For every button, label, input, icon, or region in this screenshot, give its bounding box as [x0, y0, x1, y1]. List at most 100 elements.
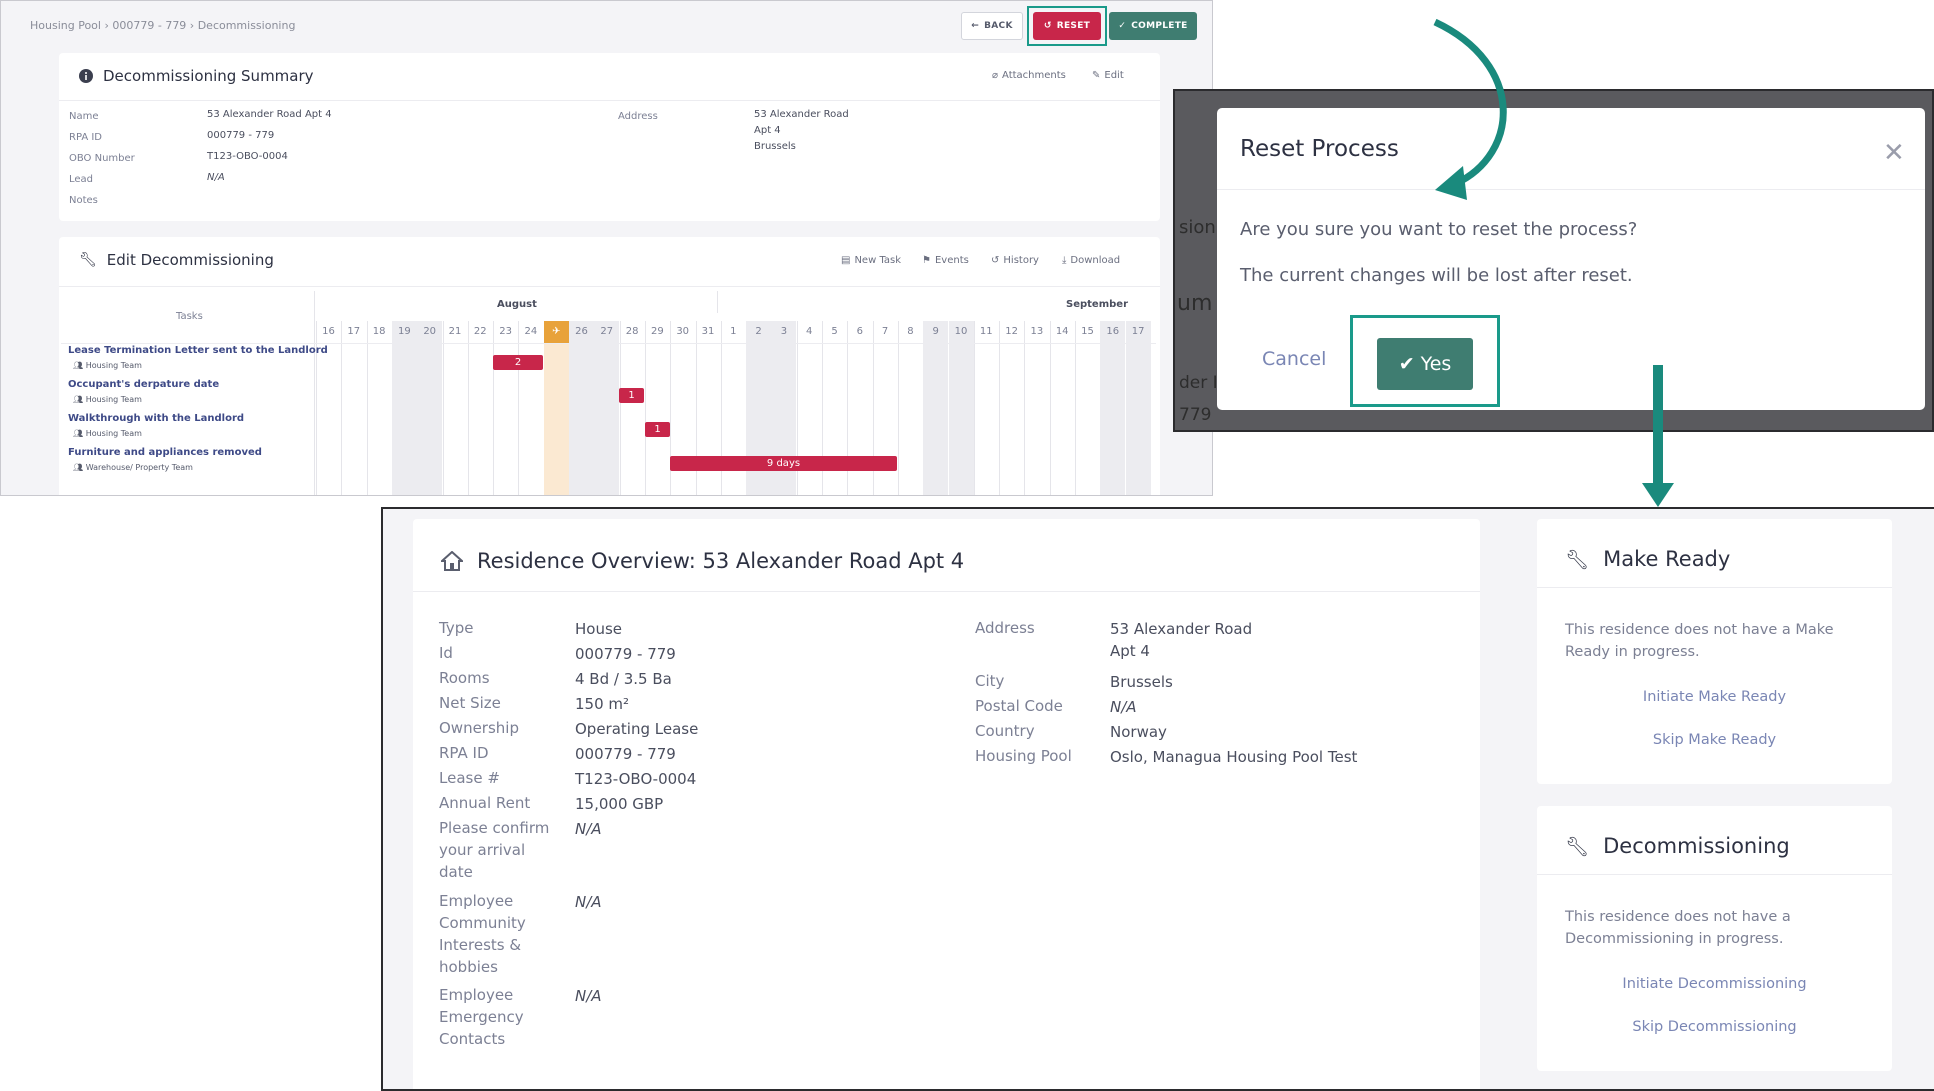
- day-label: 6: [856, 326, 863, 337]
- make-ready-title: 🔧︎ Make Ready: [1565, 547, 1731, 571]
- yes-button[interactable]: ✔ Yes: [1377, 338, 1473, 390]
- field-label: RPA ID: [439, 744, 489, 762]
- edit-link[interactable]: ✎ Edit: [1092, 70, 1124, 81]
- info-icon: [79, 69, 93, 83]
- day-label: 10: [948, 321, 974, 343]
- field-value: N/A: [575, 893, 602, 911]
- day-column: [341, 343, 366, 495]
- history-link[interactable]: ↺ History: [991, 255, 1039, 266]
- paperclip-icon: ⌀: [992, 70, 999, 81]
- make-ready-description: This residence does not have a Make Read…: [1565, 622, 1834, 660]
- month-label: August: [497, 299, 537, 310]
- users-icon: 👥︎: [73, 463, 84, 472]
- cancel-button[interactable]: Cancel: [1262, 348, 1326, 370]
- task-bar[interactable]: 9 days: [670, 456, 897, 471]
- day-label: 15: [1081, 326, 1094, 337]
- decommissioning-description: This residence does not have a Decommiss…: [1565, 909, 1791, 947]
- task-bar[interactable]: 1: [645, 422, 670, 437]
- close-icon[interactable]: ✕: [1883, 138, 1905, 168]
- field-label: Rooms: [439, 669, 490, 687]
- day-label: 9: [923, 321, 949, 343]
- day-column: [999, 343, 1024, 495]
- task-bar[interactable]: 1: [619, 388, 644, 403]
- field-value: N/A: [575, 987, 602, 1005]
- task-team: 👥︎ Housing Team: [73, 429, 142, 438]
- day-column: [316, 343, 341, 495]
- task-name[interactable]: Walkthrough with the Landlord: [68, 413, 244, 424]
- field-value: N/A: [575, 820, 602, 838]
- day-column: [569, 343, 594, 495]
- day-label: 30: [676, 326, 690, 337]
- back-button[interactable]: ← BACK: [961, 12, 1023, 40]
- wrench-icon: 🔧︎: [1565, 548, 1590, 571]
- day-column: [367, 343, 392, 495]
- task-name[interactable]: Occupant's derpature date: [68, 379, 219, 390]
- day-column: [873, 343, 898, 495]
- day-label: 24: [524, 326, 538, 337]
- tasks-header: Tasks: [176, 311, 203, 322]
- divider: [59, 286, 1160, 287]
- skip-decommissioning-link[interactable]: Skip Decommissioning: [1537, 1019, 1892, 1035]
- task-name[interactable]: Lease Termination Letter sent to the Lan…: [68, 345, 328, 356]
- attachments-link[interactable]: ⌀ Attachments: [992, 70, 1066, 81]
- month-label: September: [1066, 299, 1128, 310]
- day-column: [898, 343, 923, 495]
- events-link[interactable]: ⚑ Events: [922, 255, 969, 266]
- field-label: Annual Rent: [439, 794, 531, 812]
- day-label: 12: [1005, 326, 1018, 337]
- day-column: [822, 343, 847, 495]
- day-label: 23: [499, 326, 512, 337]
- home-icon: [441, 551, 463, 571]
- flow-arrow-down: [1642, 365, 1674, 507]
- field-label: Name: [69, 111, 99, 122]
- address-label: Address: [618, 111, 658, 122]
- reset-button[interactable]: ↺ RESET: [1033, 12, 1101, 40]
- day-column: [771, 343, 797, 495]
- day-column: [543, 343, 569, 495]
- breadcrumb[interactable]: Housing Pool › 000779 - 779 › Decommissi…: [30, 19, 295, 32]
- download-link[interactable]: ⤓ Download: [1062, 255, 1120, 266]
- summary-title: Decommissioning Summary: [79, 67, 314, 85]
- field-label: RPA ID: [69, 132, 103, 143]
- day-label: 22: [473, 326, 487, 337]
- background-text: um: [1177, 291, 1213, 316]
- field-label: Postal Code: [975, 697, 1063, 715]
- flow-arrow-curved: [1433, 18, 1507, 200]
- task-bar[interactable]: 2: [493, 355, 543, 370]
- new-task-link[interactable]: ▤ New Task: [841, 255, 901, 266]
- day-label: 31: [701, 326, 715, 337]
- day-label: 16: [322, 326, 335, 337]
- day-column: [417, 343, 443, 495]
- day-label: 19: [391, 321, 417, 343]
- initiate-make-ready-link[interactable]: Initiate Make Ready: [1537, 689, 1892, 705]
- complete-button[interactable]: ✓ COMPLETE: [1109, 12, 1197, 40]
- check-icon: ✔: [1398, 353, 1415, 375]
- day-label: 8: [907, 326, 914, 337]
- address-line: Apt 4: [754, 125, 781, 136]
- divider: [1537, 874, 1892, 875]
- day-label: 27: [594, 321, 620, 343]
- residence-overview-card: Residence Overview: 53 Alexander Road Ap…: [413, 519, 1480, 1089]
- address-line: Brussels: [754, 141, 796, 152]
- residence-title: Residence Overview: 53 Alexander Road Ap…: [441, 549, 964, 573]
- skip-make-ready-link[interactable]: Skip Make Ready: [1537, 732, 1892, 748]
- users-icon: 👥︎: [73, 429, 84, 438]
- field-label: City: [975, 672, 1005, 690]
- download-icon: ⤓: [1062, 255, 1067, 266]
- task-name[interactable]: Furniture and appliances removed: [68, 447, 262, 458]
- arrow-left-icon: ←: [971, 21, 980, 31]
- initiate-decommissioning-link[interactable]: Initiate Decommissioning: [1537, 976, 1892, 992]
- field-value: Oslo, Managua Housing Pool Test: [1110, 748, 1358, 766]
- day-label: 21: [448, 326, 462, 337]
- make-ready-card: 🔧︎ Make Ready This residence does not ha…: [1537, 519, 1892, 784]
- day-label: 5: [831, 326, 838, 337]
- history-icon: ↺: [991, 255, 1000, 266]
- day-column: [1024, 343, 1049, 495]
- day-column: [1125, 343, 1151, 495]
- day-column: [391, 343, 417, 495]
- undo-icon: ↺: [1043, 21, 1052, 31]
- day-column: [948, 343, 974, 495]
- field-value: 53 Alexander Road Apt 4: [207, 109, 332, 120]
- day-label: 11: [979, 326, 993, 337]
- header-divider: [61, 343, 1156, 344]
